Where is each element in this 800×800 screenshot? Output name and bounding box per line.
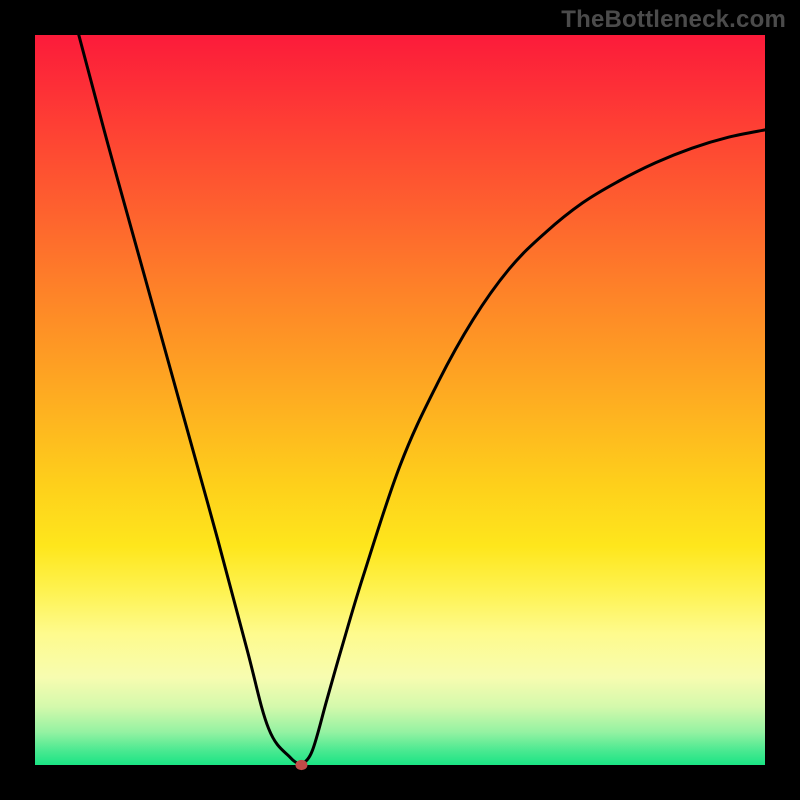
chart-frame: TheBottleneck.com bbox=[0, 0, 800, 800]
bottleneck-chart bbox=[0, 0, 800, 800]
plot-background bbox=[35, 35, 765, 765]
watermark-text: TheBottleneck.com bbox=[561, 6, 786, 34]
minimum-marker bbox=[295, 760, 307, 770]
